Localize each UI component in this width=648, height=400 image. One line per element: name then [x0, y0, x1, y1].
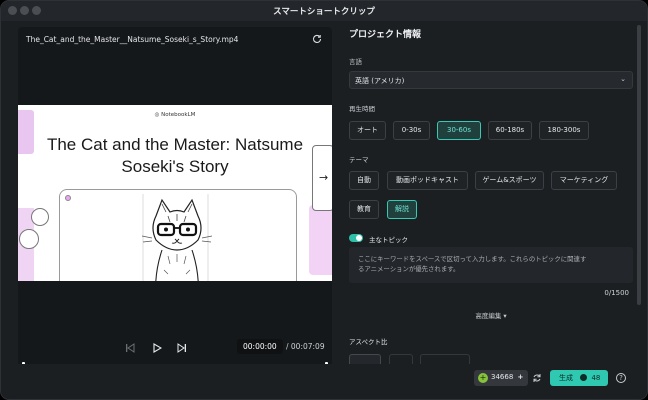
- playback-controls: 00:00:00 / 00:07:09: [18, 332, 332, 358]
- duration-option-auto[interactable]: オート: [349, 121, 386, 140]
- duration-option-180-300s[interactable]: 180-300s: [539, 121, 589, 140]
- arrow-right-icon: →: [319, 171, 329, 184]
- help-icon[interactable]: ?: [616, 373, 626, 383]
- duration-option-60-180s[interactable]: 60-180s: [488, 121, 532, 140]
- generate-label: 生成: [559, 374, 573, 382]
- chevron-down-icon: ▾: [503, 312, 507, 320]
- generate-button[interactable]: 生成 48: [550, 370, 608, 386]
- topics-placeholder-line-2: るアニメーションが優先されます。: [358, 265, 460, 273]
- topics-label: 主なトピック: [369, 236, 408, 244]
- topics-char-count: 0/1500: [604, 289, 629, 297]
- notebooklm-logo: ◎ NotebookLM: [154, 112, 196, 118]
- language-select[interactable]: 英語 (アメリカ) ⌄: [349, 71, 633, 89]
- decor-shape: [31, 208, 49, 226]
- topics-input[interactable]: ここにキーワードをスペースで区切って入力します。これらのトピックに関連す るアニ…: [349, 247, 633, 283]
- preview-panel: The_Cat_and_the_Master__Natsume_Soseki_s…: [18, 27, 332, 385]
- total-time: / 00:07:09: [286, 342, 325, 351]
- topics-placeholder-line-1: ここにキーワードをスペースで区切って入力します。これらのトピックに関連す: [358, 255, 587, 263]
- refresh-credits-icon[interactable]: [532, 373, 542, 383]
- advanced-edit-label: 高度編集: [475, 312, 502, 320]
- add-credits-icon[interactable]: +: [518, 373, 524, 381]
- window-title: スマートショートクリップ: [273, 7, 375, 17]
- credits-badge[interactable]: + 34668 +: [474, 370, 529, 386]
- scrollbar[interactable]: [637, 25, 641, 305]
- settings-panel: プロジェクト情報 言語 英語 (アメリカ) ⌄ 再生時間 オート 0-30s 3…: [349, 23, 635, 383]
- project-info-heading: プロジェクト情報: [349, 30, 422, 40]
- coin-icon: +: [478, 373, 488, 383]
- theme-option-commentary[interactable]: 解説: [387, 200, 417, 219]
- duration-label: 再生時間: [349, 105, 375, 113]
- advanced-edit-toggle[interactable]: 高度編集 ▾: [349, 310, 633, 320]
- theme-option-education[interactable]: 教育: [349, 200, 379, 219]
- credits-value: 34668: [491, 373, 514, 381]
- decor-shape: [309, 205, 332, 275]
- cat-illustration: [142, 194, 212, 281]
- language-label: 言語: [349, 58, 362, 66]
- title-bar: スマートショートクリップ: [1, 1, 647, 21]
- card-dot: [65, 195, 71, 201]
- topics-toggle[interactable]: [349, 234, 363, 242]
- play-icon[interactable]: [152, 343, 162, 353]
- refresh-icon[interactable]: [311, 33, 323, 45]
- video-preview[interactable]: ◎ NotebookLM The Cat and the Master: Nat…: [18, 105, 332, 281]
- skip-back-icon[interactable]: [125, 343, 135, 353]
- illustration-card: [59, 189, 297, 281]
- app-window: スマートショートクリップ The_Cat_and_the_Master__Nat…: [0, 0, 648, 400]
- theme-label: テーマ: [349, 156, 369, 164]
- duration-option-30-60s[interactable]: 30-60s: [437, 121, 481, 140]
- generate-cost: 48: [591, 374, 601, 382]
- decor-shape: [19, 229, 39, 249]
- duration-option-0-30s[interactable]: 0-30s: [393, 121, 430, 140]
- video-title-line-2: Soseki's Story: [121, 157, 229, 176]
- theme-option-marketing[interactable]: マーケティング: [551, 171, 617, 190]
- skip-forward-icon[interactable]: [177, 343, 187, 353]
- chevron-down-icon: ⌄: [620, 75, 626, 83]
- theme-option-auto[interactable]: 自動: [349, 171, 379, 190]
- coin-icon: [580, 374, 588, 381]
- theme-option-gaming-sports[interactable]: ゲーム&スポーツ: [475, 171, 544, 190]
- theme-option-video-podcast[interactable]: 動画ポッドキャスト: [387, 171, 468, 190]
- current-time: 00:00:00: [237, 339, 283, 354]
- file-name: The_Cat_and_the_Master__Natsume_Soseki_s…: [26, 35, 239, 44]
- aspect-ratio-label: アスペクト比: [349, 338, 388, 346]
- next-slide-button[interactable]: →: [312, 145, 332, 211]
- language-value: 英語 (アメリカ): [355, 77, 405, 85]
